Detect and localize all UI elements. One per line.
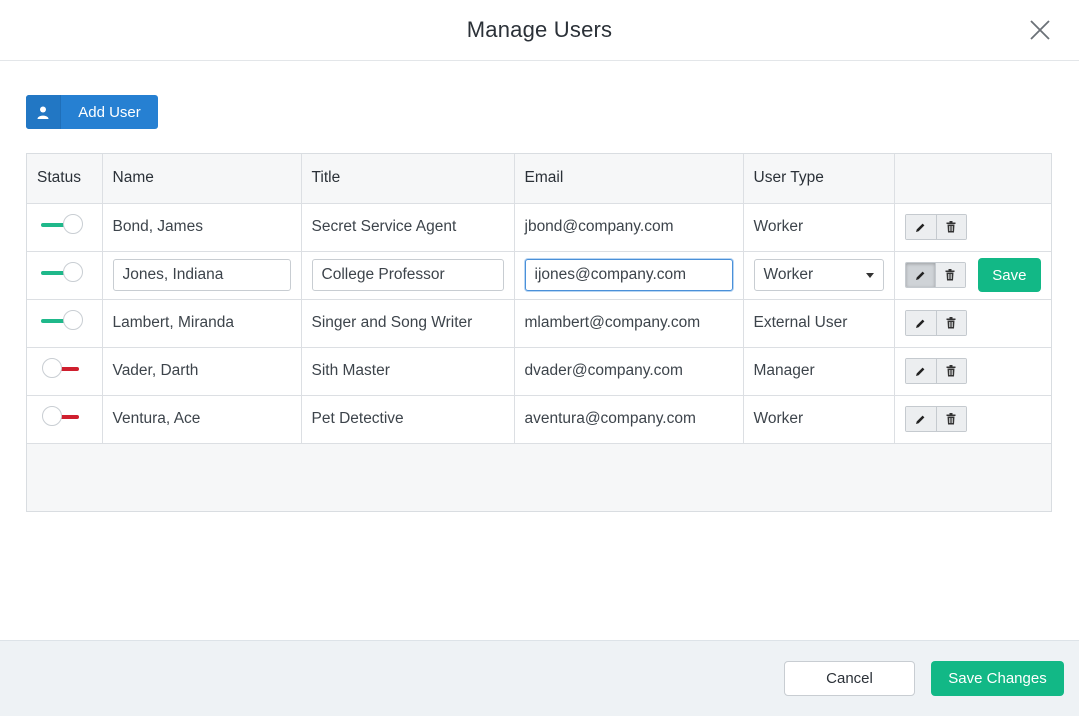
trash-icon bbox=[945, 269, 955, 281]
column-header-title: Title bbox=[301, 154, 515, 204]
edit-button[interactable] bbox=[905, 359, 936, 383]
caret-down-icon bbox=[865, 272, 874, 278]
pencil-icon bbox=[915, 271, 925, 280]
status-toggle[interactable] bbox=[37, 213, 83, 236]
email-cell bbox=[514, 251, 744, 300]
table-row-editing: Worker Save bbox=[27, 251, 1051, 300]
user-type-cell: Worker bbox=[743, 251, 895, 300]
title-input[interactable] bbox=[311, 259, 504, 291]
pencil-icon bbox=[916, 415, 925, 424]
add-user-button[interactable]: Add User bbox=[26, 95, 158, 129]
trash-icon bbox=[946, 221, 956, 233]
delete-button[interactable] bbox=[935, 263, 965, 287]
table-row: Bond, James Secret Service Agent jbond@c… bbox=[27, 203, 1051, 252]
save-row-button[interactable]: Save bbox=[977, 258, 1041, 292]
title-cell: Singer and Song Writer bbox=[301, 299, 515, 348]
name-cell: Lambert, Miranda bbox=[102, 299, 302, 348]
edit-button[interactable] bbox=[905, 311, 936, 335]
pencil-icon bbox=[916, 367, 925, 376]
cancel-button[interactable]: Cancel bbox=[784, 661, 915, 696]
add-user-label: Add User bbox=[78, 103, 141, 121]
status-toggle[interactable] bbox=[37, 261, 83, 284]
pencil-icon bbox=[916, 223, 925, 232]
column-header-actions bbox=[894, 154, 1051, 204]
table-row: Vader, Darth Sith Master dvader@company.… bbox=[27, 347, 1051, 396]
status-cell bbox=[27, 299, 103, 348]
user-icon bbox=[26, 95, 61, 129]
table-row: Ventura, Ace Pet Detective aventura@comp… bbox=[27, 395, 1051, 444]
trash-icon bbox=[946, 413, 956, 425]
actions-cell bbox=[894, 395, 1051, 444]
name-cell: Bond, James bbox=[102, 203, 302, 252]
delete-button[interactable] bbox=[935, 311, 966, 335]
title-cell bbox=[301, 251, 515, 300]
trash-icon bbox=[946, 317, 956, 329]
trash-icon bbox=[946, 365, 956, 377]
delete-button[interactable] bbox=[935, 215, 966, 239]
edit-button[interactable] bbox=[905, 407, 936, 431]
edit-button[interactable] bbox=[905, 215, 936, 239]
table-header-row: Status Name Title Email User Type bbox=[27, 154, 1051, 204]
email-cell: aventura@company.com bbox=[514, 395, 744, 444]
dialog-header: Manage Users bbox=[0, 0, 1079, 61]
save-changes-button[interactable]: Save Changes bbox=[931, 661, 1064, 696]
actions-cell bbox=[894, 203, 1051, 252]
title-cell: Sith Master bbox=[301, 347, 515, 396]
delete-button[interactable] bbox=[935, 359, 966, 383]
close-icon[interactable] bbox=[1029, 19, 1051, 41]
dialog-title: Manage Users bbox=[466, 17, 613, 42]
delete-button[interactable] bbox=[935, 407, 966, 431]
column-header-user-type: User Type bbox=[743, 154, 895, 204]
user-type-cell: Manager bbox=[743, 347, 895, 396]
name-cell bbox=[102, 251, 302, 300]
user-type-cell: Worker bbox=[743, 395, 895, 444]
status-toggle[interactable] bbox=[37, 405, 83, 428]
column-header-status: Status bbox=[27, 154, 103, 204]
status-toggle[interactable] bbox=[37, 357, 83, 380]
name-cell: Vader, Darth bbox=[102, 347, 302, 396]
user-type-select[interactable]: Worker bbox=[753, 259, 884, 291]
pencil-icon bbox=[916, 319, 925, 328]
dialog-footer: Cancel Save Changes bbox=[0, 640, 1079, 716]
user-type-select-value: Worker bbox=[763, 266, 814, 283]
email-input[interactable] bbox=[524, 259, 733, 291]
users-table: Status Name Title Email User Type Bond, … bbox=[26, 153, 1052, 512]
title-cell: Secret Service Agent bbox=[301, 203, 515, 252]
column-header-email: Email bbox=[514, 154, 744, 204]
actions-cell bbox=[894, 347, 1051, 396]
actions-cell bbox=[894, 299, 1051, 348]
edit-button[interactable] bbox=[905, 263, 936, 287]
status-cell bbox=[27, 251, 103, 300]
status-cell bbox=[27, 395, 103, 444]
column-header-name: Name bbox=[102, 154, 302, 204]
name-input[interactable] bbox=[112, 259, 291, 291]
status-cell bbox=[27, 347, 103, 396]
user-type-cell: External User bbox=[743, 299, 895, 348]
user-type-cell: Worker bbox=[743, 203, 895, 252]
email-cell: dvader@company.com bbox=[514, 347, 744, 396]
title-cell: Pet Detective bbox=[301, 395, 515, 444]
name-cell: Ventura, Ace bbox=[102, 395, 302, 444]
email-cell: mlambert@company.com bbox=[514, 299, 744, 348]
status-toggle[interactable] bbox=[37, 309, 83, 332]
actions-cell: Save bbox=[894, 251, 1051, 300]
table-row: Lambert, Miranda Singer and Song Writer … bbox=[27, 299, 1051, 348]
status-cell bbox=[27, 203, 103, 252]
email-cell: jbond@company.com bbox=[514, 203, 744, 252]
